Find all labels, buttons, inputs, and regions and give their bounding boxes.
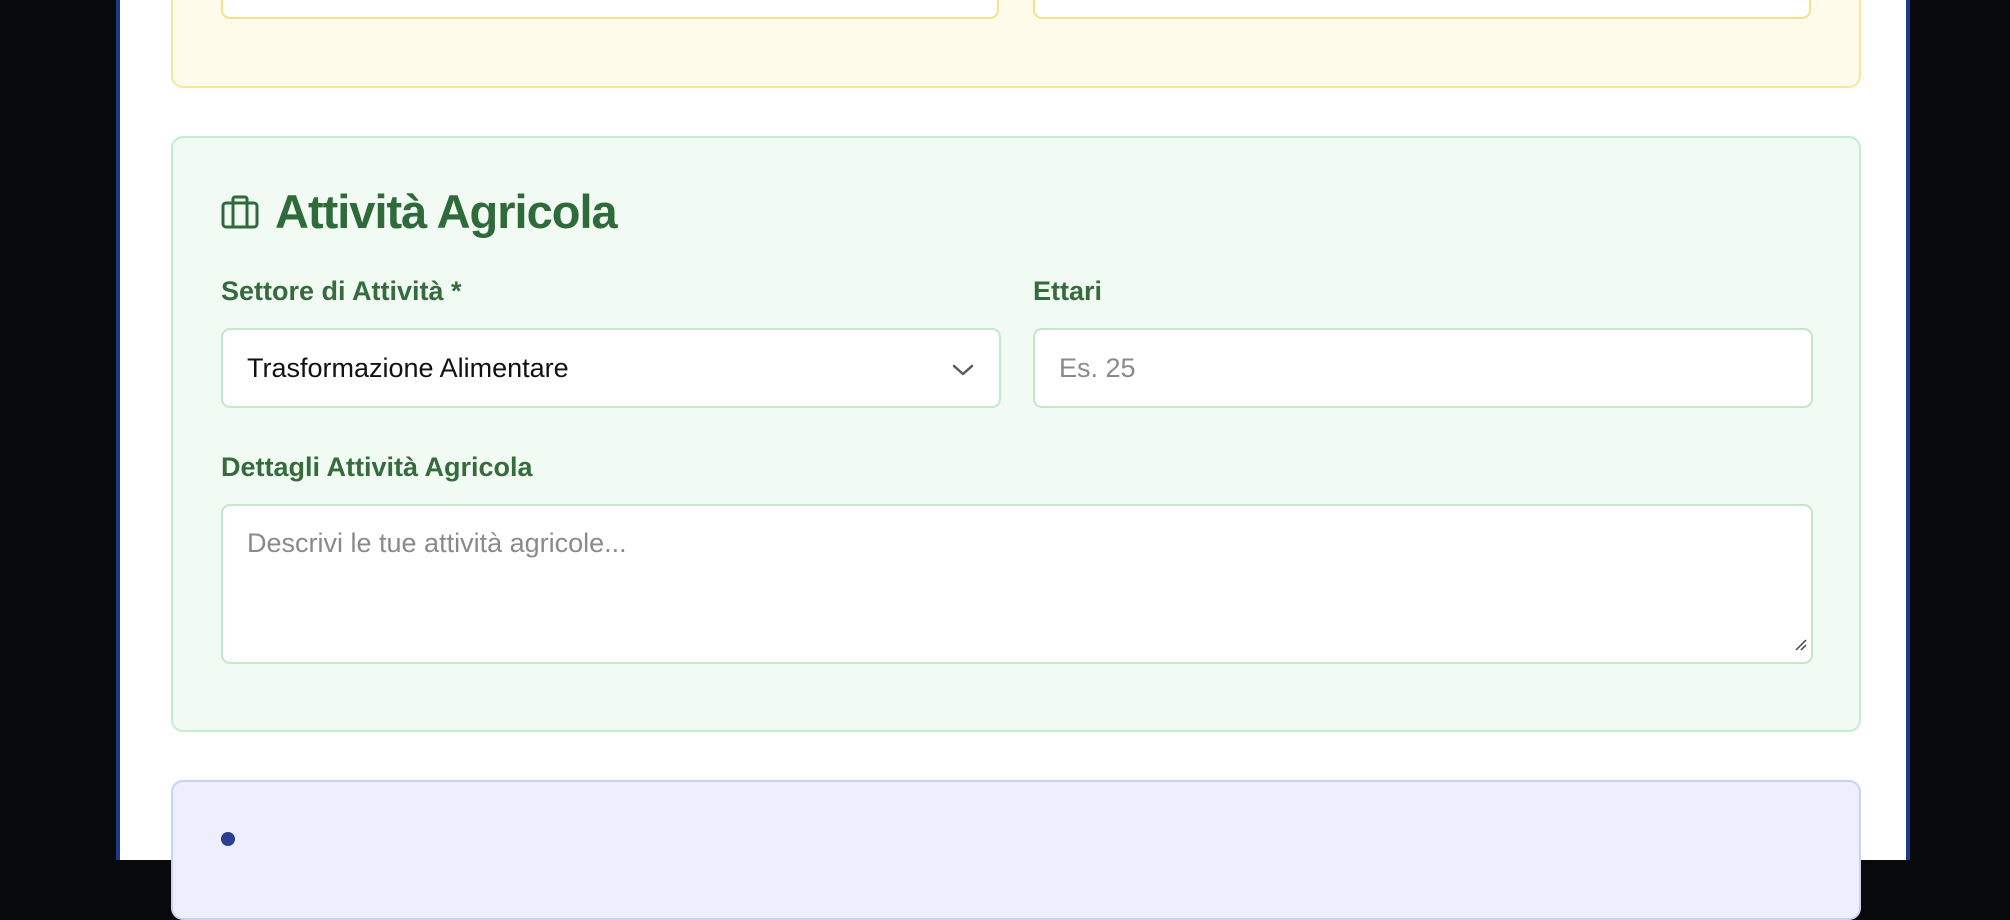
- details-textarea[interactable]: Descrivi le tue attività agricole...: [221, 504, 1813, 664]
- sector-selected-value: Trasformazione Alimentare: [247, 352, 569, 383]
- sector-select[interactable]: Trasformazione Alimentare: [221, 328, 1001, 408]
- hectares-label: Ettari: [1033, 276, 1103, 306]
- details-label: Dettagli Attività Agricola: [221, 452, 533, 482]
- registration-modal: 20100 MI Attività Agricola Settore di At…: [116, 0, 1910, 920]
- next-section: [171, 780, 1861, 920]
- province-input[interactable]: MI: [1033, 0, 1811, 19]
- postal-code-input[interactable]: 20100: [221, 0, 999, 19]
- sector-label: Settore di Attività *: [221, 276, 462, 306]
- address-section: 20100 MI: [171, 0, 1861, 88]
- details-placeholder: Descrivi le tue attività agricole...: [247, 528, 627, 558]
- briefcase-icon: [221, 195, 259, 229]
- hectares-input[interactable]: Es. 25: [1033, 328, 1813, 408]
- section-title: Attività Agricola: [275, 185, 618, 238]
- agricultural-activity-section: Attività Agricola Settore di Attività * …: [171, 136, 1861, 732]
- resize-handle-icon[interactable]: [1793, 627, 1807, 658]
- user-icon: [221, 832, 235, 846]
- hectares-placeholder: Es. 25: [1059, 352, 1136, 383]
- chevron-down-icon: [951, 353, 975, 384]
- section-heading: Attività Agricola: [221, 184, 618, 239]
